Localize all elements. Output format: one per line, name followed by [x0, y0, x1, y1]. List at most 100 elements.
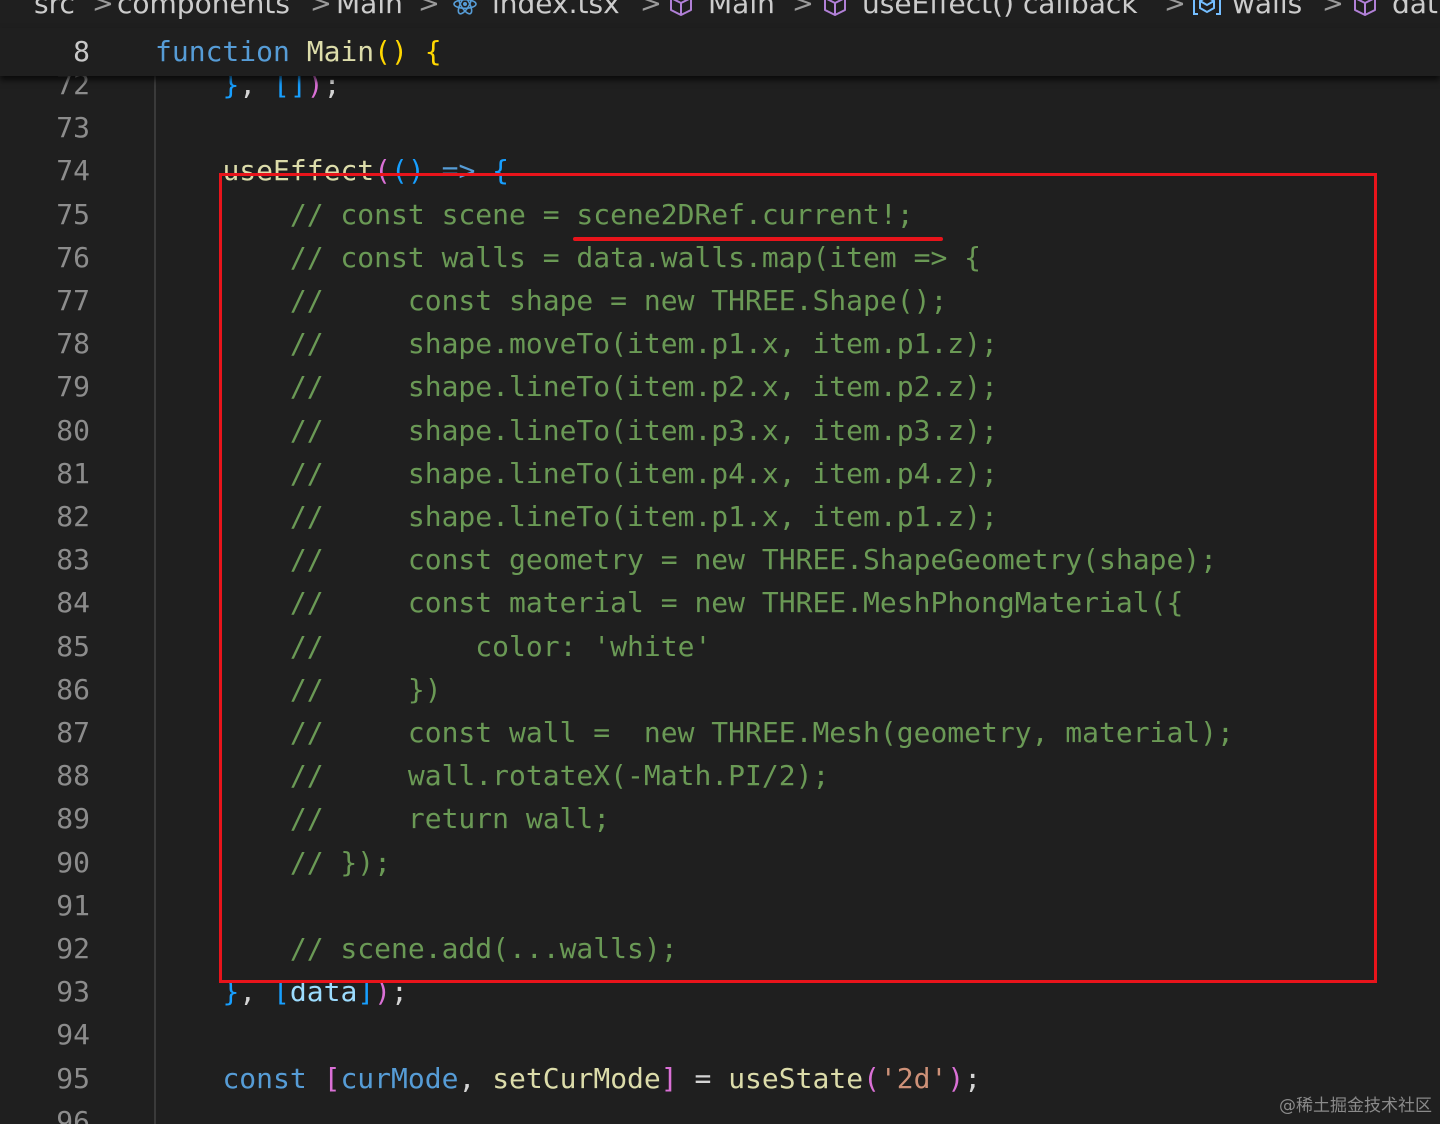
line-number: 75 [56, 197, 90, 231]
code-line[interactable]: 87 // const wall = new THREE.Mesh(geomet… [0, 711, 1440, 754]
line-number: 83 [56, 543, 90, 577]
chevron-right-icon: > [310, 0, 332, 19]
breadcrumb-label: dat [1392, 0, 1438, 20]
breadcrumb-item[interactable]: walls [1192, 0, 1302, 18]
code-token: { [424, 35, 442, 68]
cube-icon [1352, 0, 1378, 17]
line-number: 85 [56, 629, 90, 663]
cube-icon [822, 0, 848, 17]
code-token: // color: 'white' [155, 629, 712, 663]
line-number: 77 [56, 284, 90, 317]
code-line[interactable]: 86 // }) [0, 668, 1440, 711]
code-line[interactable]: 82 // shape.lineTo(item.p1.x, item.p1.z)… [0, 495, 1440, 538]
chevron-right-icon: > [92, 0, 114, 19]
code-token: Main [306, 35, 375, 68]
code-line[interactable]: 78 // shape.moveTo(item.p1.x, item.p1.z)… [0, 322, 1440, 365]
line-code: // return wall; [155, 797, 610, 840]
code-line[interactable]: 89 // return wall; [0, 797, 1440, 840]
line-code: }, [data]); [155, 970, 407, 1013]
breadcrumb-item[interactable]: Main [668, 0, 775, 18]
sticky-code: function Main() { [155, 28, 442, 76]
line-code: // shape.lineTo(item.p4.x, item.p4.z); [155, 452, 998, 495]
breadcrumb-item[interactable]: dat [1352, 0, 1438, 18]
line-code: // shape.lineTo(item.p3.x, item.p3.z); [155, 409, 998, 452]
breadcrumb-item[interactable]: components [117, 0, 290, 18]
breadcrumb-label: Main [336, 0, 403, 20]
line-number: 74 [56, 154, 90, 188]
code-token: ) [374, 975, 392, 1009]
line-number: 79 [56, 370, 90, 404]
sticky-scroll-header[interactable]: 8 function Main() { [0, 28, 1440, 76]
breadcrumb-item[interactable]: index.tsx [452, 0, 620, 18]
line-number: 94 [56, 1018, 90, 1052]
line-number: 82 [56, 500, 90, 533]
code-line[interactable]: 77 // const shape = new THREE.Shape(); [0, 279, 1440, 322]
line-code: // shape.lineTo(item.p1.x, item.p1.z); [155, 495, 998, 538]
line-code: // shape.moveTo(item.p1.x, item.p1.z); [155, 322, 998, 365]
code-line[interactable]: 79 // shape.lineTo(item.p2.x, item.p2.z)… [0, 365, 1440, 408]
code-token: // shape.lineTo(item.p1.x, item.p1.z); [155, 500, 998, 533]
code-token: // const walls = data.walls.map(item => … [155, 240, 982, 274]
code-line[interactable]: 92 // scene.add(...walls); [0, 927, 1440, 970]
code-token: // shape.moveTo(item.p1.x, item.p1.z); [155, 327, 998, 361]
code-line[interactable]: 90 // }); [0, 841, 1440, 884]
breadcrumb-label: components [117, 0, 290, 20]
code-line[interactable]: 91 [0, 884, 1440, 927]
code-line[interactable]: 94 [0, 1013, 1440, 1056]
code-line[interactable]: 81 // shape.lineTo(item.p4.x, item.p4.z)… [0, 452, 1440, 495]
code-token: ) [947, 1061, 965, 1095]
code-token: // const material = new THREE.MeshPhongM… [155, 586, 1184, 620]
code-token: ; [964, 1061, 982, 1095]
code-line[interactable]: 93 }, [data]); [0, 970, 1440, 1013]
code-token: data [289, 975, 358, 1009]
code-line[interactable]: 76 // const walls = data.walls.map(item … [0, 236, 1440, 279]
code-token: // wall.rotateX(-Math.PI/2); [155, 759, 830, 793]
code-token: { [492, 154, 510, 188]
breadcrumb-item[interactable]: Main [336, 0, 403, 18]
breadcrumb-item[interactable]: src [34, 0, 75, 18]
breadcrumb-item[interactable]: useEffect() callback [822, 0, 1138, 18]
code-token: => [441, 154, 476, 188]
code-line[interactable]: 73 [0, 106, 1440, 149]
code-line[interactable]: 74 useEffect(() => { [0, 149, 1440, 192]
line-number: 76 [56, 240, 90, 274]
code-token: useEffect [222, 154, 375, 188]
chevron-right-icon: > [1164, 0, 1186, 19]
line-number: 88 [56, 759, 90, 793]
code-token: , [458, 1061, 493, 1095]
line-code: useEffect(() => { [155, 149, 509, 192]
line-code: // const geometry = new THREE.ShapeGeome… [155, 538, 1217, 581]
code-line[interactable]: 75 // const scene = scene2DRef.current!; [0, 193, 1440, 236]
line-code: // const material = new THREE.MeshPhongM… [155, 581, 1183, 624]
line-number: 90 [56, 845, 90, 879]
line-number: 80 [56, 413, 90, 447]
code-line[interactable]: 84 // const material = new THREE.MeshPho… [0, 581, 1440, 624]
line-code: // const walls = data.walls.map(item => … [155, 236, 981, 279]
code-token: [ [323, 1061, 341, 1095]
code-line[interactable]: 96 [0, 1100, 1440, 1124]
code-token: curMode [340, 1061, 459, 1095]
code-token: // scene.add(...walls); [155, 932, 678, 965]
line-code: // const wall = new THREE.Mesh(geometry,… [155, 711, 1234, 754]
line-number: 89 [56, 802, 90, 836]
code-line[interactable]: 83 // const geometry = new THREE.ShapeGe… [0, 538, 1440, 581]
chevron-right-icon: > [1322, 0, 1344, 19]
code-line[interactable]: 80 // shape.lineTo(item.p3.x, item.p3.z)… [0, 409, 1440, 452]
code-token: () [374, 35, 408, 68]
code-token: , [239, 975, 274, 1009]
code-token: // const geometry = new THREE.ShapeGeome… [155, 543, 1218, 577]
code-token: ( [374, 154, 392, 188]
line-code: // }); [155, 841, 391, 884]
line-number: 93 [56, 975, 90, 1009]
code-token: = [677, 1061, 729, 1095]
code-line[interactable]: 85 // color: 'white' [0, 625, 1440, 668]
line-code: // const scene = scene2DRef.current!; [155, 193, 914, 236]
line-code: // wall.rotateX(-Math.PI/2); [155, 754, 829, 797]
code-line[interactable]: 95 const [curMode, setCurMode] = useStat… [0, 1057, 1440, 1100]
breadcrumb-label: walls [1232, 0, 1303, 20]
code-line[interactable]: 88 // wall.rotateX(-Math.PI/2); [0, 754, 1440, 797]
code-token: // const shape = new THREE.Shape(); [155, 284, 948, 317]
